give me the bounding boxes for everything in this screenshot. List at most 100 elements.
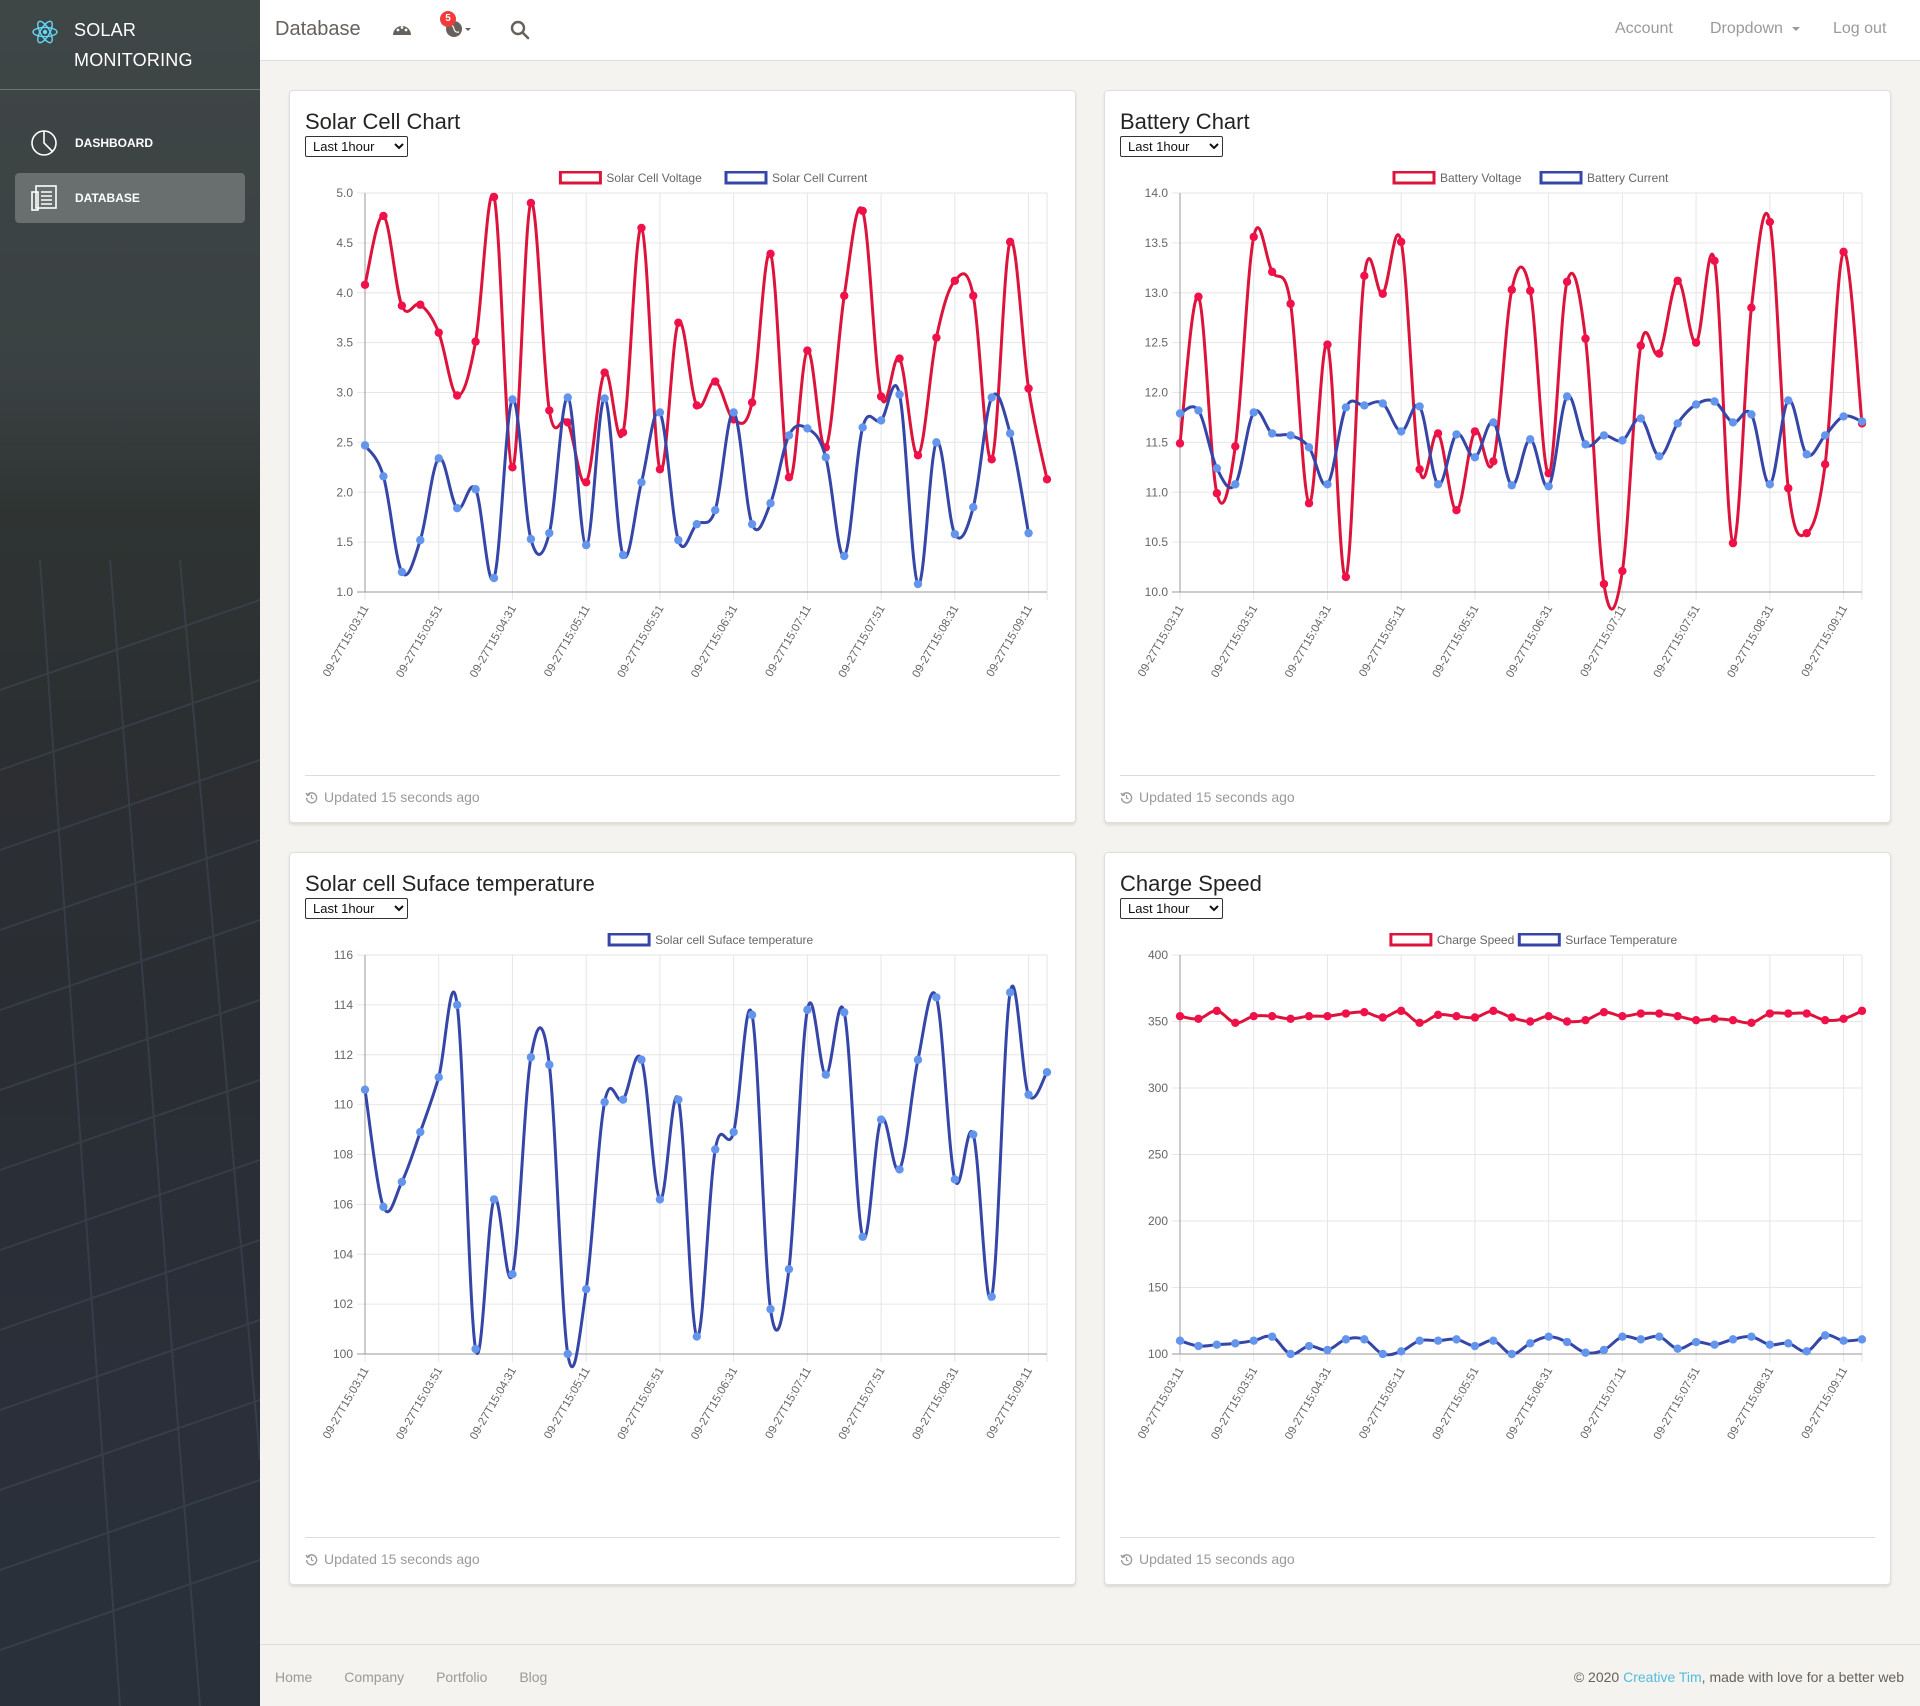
series-line: [363, 193, 1049, 485]
data-point: [1175, 1011, 1185, 1021]
search-icon[interactable]: [510, 20, 530, 40]
dropdown-menu[interactable]: Dropdown: [1710, 20, 1801, 38]
data-point: [416, 300, 425, 309]
data-point: [1728, 418, 1738, 427]
data-point: [1655, 452, 1664, 461]
x-tick-label: 09-27T15:07:11: [763, 1366, 814, 1442]
data-point: [1820, 1015, 1830, 1025]
data-point: [1231, 480, 1240, 489]
data-point: [397, 301, 407, 310]
data-point: [434, 328, 443, 337]
time-range-select[interactable]: Last 1hour: [305, 136, 408, 157]
sidebar-item-dashboard[interactable]: DASHBOARD: [15, 118, 245, 168]
solar-cell-line-chart: Solar Cell Voltage Solar Cell Current1.01…: [321, 171, 1052, 680]
data-point: [545, 528, 554, 538]
x-tick-label: 09-27T15:04:31: [1283, 604, 1334, 680]
data-point: [729, 1127, 738, 1137]
x-tick-label: 09-27T15:07:11: [1578, 604, 1629, 680]
data-point: [1489, 1006, 1498, 1016]
footer-link-blog[interactable]: Blog: [519, 1669, 547, 1685]
sidebar: SOLAR MONITORING DASHBOARD DATABASE: [0, 0, 260, 1706]
account-link[interactable]: Account: [1615, 20, 1673, 38]
data-point: [1839, 1336, 1848, 1345]
data-point: [840, 1008, 849, 1017]
y-tick-label: 102: [333, 1297, 353, 1311]
data-point: [1581, 334, 1590, 343]
data-point: [1304, 1011, 1314, 1021]
data-point: [655, 465, 665, 474]
page-title: Database: [275, 18, 361, 40]
footer-link-portfolio[interactable]: Portfolio: [436, 1669, 487, 1685]
data-point: [1341, 1009, 1351, 1018]
data-point: [489, 192, 499, 202]
data-point: [747, 398, 757, 407]
history-icon: [305, 791, 318, 804]
card-divider: [305, 1537, 1060, 1538]
data-point: [1396, 1347, 1406, 1356]
palette-icon[interactable]: [391, 21, 413, 39]
x-tick-label: 09-27T15:07:51: [837, 604, 888, 680]
card-title: Battery Chart: [1120, 109, 1250, 134]
data-point: [858, 1232, 867, 1241]
brand[interactable]: SOLAR MONITORING: [0, 0, 260, 90]
time-range-select[interactable]: Last 1hour: [1120, 898, 1223, 919]
data-point: [1452, 1011, 1461, 1021]
x-tick-label: 09-27T15:05:11: [542, 604, 593, 680]
data-point: [674, 535, 683, 545]
time-range-select[interactable]: Last 1hour: [1120, 136, 1223, 157]
data-point: [1655, 1332, 1664, 1341]
data-point: [840, 551, 849, 561]
data-point: [840, 291, 849, 300]
data-point: [1728, 538, 1738, 548]
solar-panel-background-image: [0, 560, 260, 1706]
footer-link-company[interactable]: Company: [344, 1669, 404, 1685]
data-point: [397, 1177, 407, 1187]
data-point: [692, 401, 701, 410]
data-point: [895, 354, 904, 363]
data-point: [1212, 1340, 1222, 1349]
data-point: [1433, 429, 1443, 438]
solar-cell-chart-card: Solar Cell Chart Last 1hour Solar Cell V…: [289, 90, 1076, 823]
x-tick-label: 09-27T15:05:51: [616, 604, 667, 680]
x-tick-label: 09-27T15:05:51: [616, 1366, 667, 1442]
sidebar-item-database[interactable]: DATABASE: [15, 173, 245, 223]
data-point: [1249, 232, 1258, 242]
data-point: [452, 391, 462, 400]
data-point: [932, 333, 941, 342]
y-tick-label: 106: [333, 1197, 353, 1211]
updated-text: Updated 15 seconds ago: [1139, 1551, 1295, 1567]
series-line: [1179, 1333, 1863, 1357]
logout-link[interactable]: Log out: [1833, 20, 1886, 38]
data-point: [416, 535, 425, 545]
data-point: [1267, 1332, 1277, 1341]
sidebar-item-label: DASHBOARD: [75, 136, 153, 150]
data-point: [1857, 1335, 1867, 1344]
data-point: [637, 478, 646, 487]
data-point: [600, 368, 609, 377]
data-point: [1765, 1340, 1775, 1349]
data-point: [1194, 406, 1203, 415]
data-point: [1005, 988, 1015, 997]
time-range-select[interactable]: Last 1hour: [305, 898, 408, 919]
data-point: [1691, 1337, 1701, 1347]
y-tick-label: 11.5: [1146, 435, 1169, 449]
data-point: [563, 393, 572, 402]
data-point: [950, 276, 960, 285]
data-point: [1042, 1068, 1052, 1077]
data-point: [1378, 399, 1387, 408]
legend-swatch: [1539, 171, 1583, 185]
page-footer: Home Company Portfolio Blog © 2020 Creat…: [260, 1644, 1920, 1706]
data-point: [618, 428, 628, 437]
x-tick-label: 09-27T15:05:11: [1357, 604, 1408, 680]
footer-link-home[interactable]: Home: [275, 1669, 312, 1685]
data-point: [674, 318, 683, 327]
creative-tim-link[interactable]: Creative Tim: [1623, 1669, 1702, 1685]
data-point: [471, 485, 480, 494]
data-point: [1194, 292, 1203, 301]
data-point: [1562, 1017, 1572, 1026]
data-point: [1489, 457, 1498, 466]
data-point: [1378, 289, 1387, 298]
data-point: [692, 1332, 701, 1341]
data-point: [1024, 384, 1033, 393]
x-tick-label: 09-27T15:09:11: [985, 1366, 1036, 1442]
